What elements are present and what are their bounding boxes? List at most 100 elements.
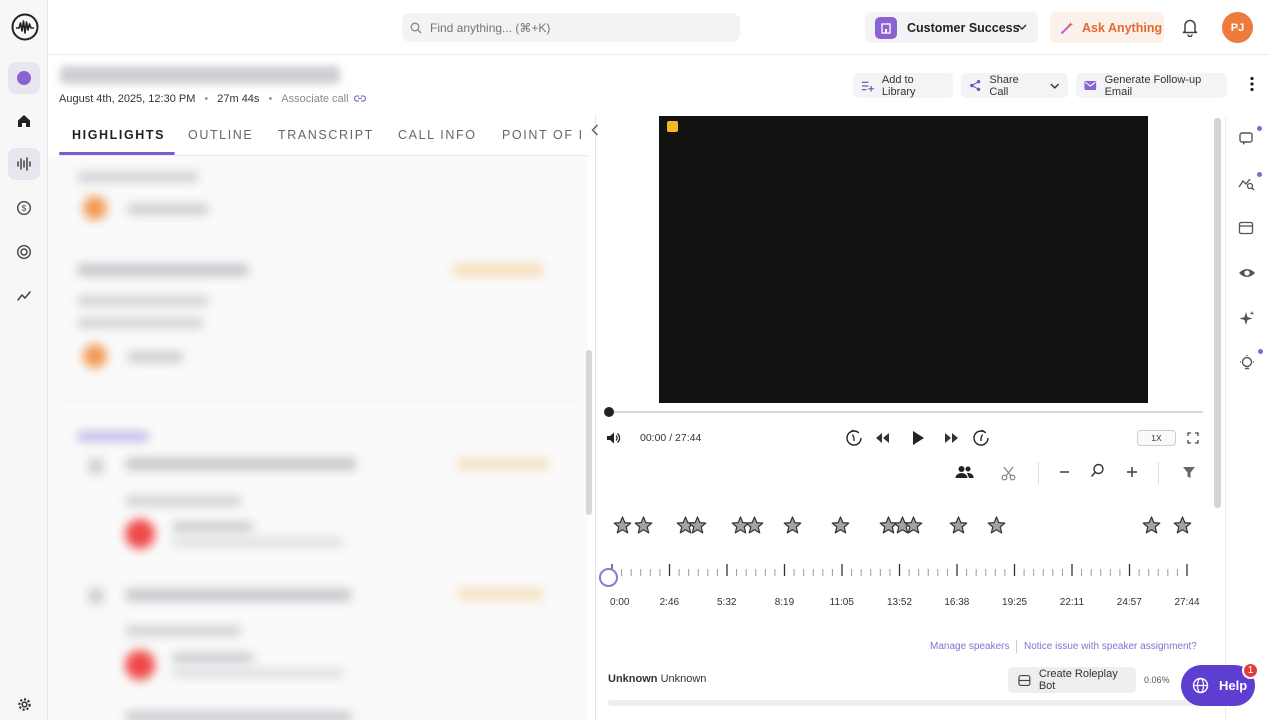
tab-outline[interactable]: OUTLINE	[188, 128, 253, 142]
follow-up-label: Generate Follow-up Email	[1104, 73, 1202, 98]
more-options-button[interactable]	[1249, 76, 1255, 92]
blurred-badge	[458, 588, 543, 600]
highlight-star-icon[interactable]	[634, 516, 653, 534]
generate-follow-up-email-button[interactable]: Generate Follow-up Email	[1076, 73, 1227, 98]
ask-anything-button[interactable]: Ask Anything	[1050, 12, 1164, 43]
ai-insights-button[interactable]	[1238, 310, 1256, 328]
collapse-panel-button[interactable]	[589, 122, 601, 138]
dollar-chat-icon: $	[16, 200, 32, 216]
playback-speed-button[interactable]: 1X	[1137, 430, 1176, 446]
panel-divider[interactable]	[595, 116, 596, 720]
add-to-library-button[interactable]: Add to Library	[853, 73, 953, 98]
highlight-star-icon[interactable]	[613, 516, 632, 534]
nav-calls[interactable]	[8, 148, 40, 180]
associate-call-link[interactable]: Associate call	[281, 93, 348, 105]
share-call-button[interactable]: Share Call	[961, 73, 1068, 98]
talk-percentage: 0.06%	[1144, 675, 1170, 685]
call-date: August 4th, 2025, 12:30 PM	[59, 93, 196, 105]
forward-15-button[interactable]	[972, 429, 990, 447]
card-check-icon	[1238, 221, 1254, 235]
highlight-star-icon[interactable]	[688, 516, 707, 534]
highlight-star-icon[interactable]	[987, 516, 1006, 534]
tab-call-info[interactable]: CALL INFO	[398, 128, 477, 142]
notifications-button[interactable]	[1181, 17, 1199, 37]
skip-back-button[interactable]	[874, 432, 890, 444]
blurred-text	[78, 432, 148, 441]
left-scrollbar[interactable]	[586, 350, 592, 515]
nav-coaching[interactable]	[8, 236, 40, 268]
blurred-avatar	[83, 196, 107, 220]
scorecard-button[interactable]	[1238, 221, 1254, 235]
right-scrollbar[interactable]	[1214, 118, 1221, 508]
blurred-text	[78, 318, 203, 328]
highlight-star-icon[interactable]	[783, 516, 802, 534]
highlight-star-icon[interactable]	[904, 516, 923, 534]
playback-progress-track[interactable]	[608, 411, 1203, 413]
speaker-name: Unknown	[608, 673, 658, 685]
help-notification-badge: 1	[1242, 662, 1259, 679]
zoom-in-button[interactable]	[1126, 466, 1138, 478]
tips-button[interactable]	[1238, 354, 1256, 373]
timeline-playhead[interactable]	[599, 568, 618, 587]
active-tab-indicator	[59, 152, 175, 155]
visibility-button[interactable]	[1238, 266, 1256, 280]
nav-deals[interactable]: $	[8, 192, 40, 224]
workspace-switch-button[interactable]	[8, 62, 40, 94]
nav-settings[interactable]	[8, 688, 40, 720]
search-icon	[410, 22, 422, 33]
app-logo[interactable]	[11, 13, 39, 41]
fullscreen-button[interactable]	[1187, 432, 1199, 444]
share-call-label: Share Call	[989, 73, 1019, 98]
clip-button[interactable]	[1001, 466, 1016, 481]
manage-speakers-link[interactable]: Manage speakers	[930, 641, 1010, 652]
video-player[interactable]	[659, 116, 1148, 403]
timeline-tick-label: 24:57	[1116, 597, 1142, 608]
timeline-tick-label: 0:00	[610, 597, 630, 608]
plus-icon	[1127, 467, 1137, 477]
speakers-filter-button[interactable]	[955, 465, 974, 479]
help-label: Help	[1219, 678, 1248, 693]
blurred-text	[126, 589, 351, 601]
playback-progress-handle[interactable]	[604, 407, 614, 417]
blurred-text	[126, 626, 241, 636]
tab-point-of-interest[interactable]: POINT OF I	[502, 128, 584, 142]
speaker-issue-link[interactable]: Notice issue with speaker assignment?	[1024, 641, 1197, 652]
eye-icon	[1239, 269, 1255, 277]
fast-rewind-icon	[876, 433, 889, 443]
timeline-tick-label: 13:52	[886, 597, 913, 608]
workspace-selector[interactable]: Customer Success	[865, 12, 1038, 43]
nav-home[interactable]	[8, 105, 40, 137]
highlight-star-icon[interactable]	[949, 516, 968, 534]
user-avatar[interactable]: PJ	[1222, 12, 1253, 43]
toolbar-divider	[1158, 462, 1159, 484]
highlight-star-icon[interactable]	[831, 516, 850, 534]
blurred-text	[173, 653, 253, 663]
timeline-axis[interactable]	[608, 560, 1203, 580]
highlight-star-icon[interactable]	[1142, 516, 1161, 534]
search-input[interactable]	[430, 20, 720, 35]
chevron-down-icon	[1017, 24, 1027, 31]
comments-button[interactable]	[1238, 130, 1256, 146]
zoom-search-button[interactable]	[1090, 463, 1105, 478]
filter-button[interactable]	[1182, 466, 1196, 479]
highlight-star-icon[interactable]	[1173, 516, 1192, 534]
volume-button[interactable]	[606, 431, 621, 445]
highlight-star-icon[interactable]	[745, 516, 764, 534]
skip-forward-button[interactable]	[944, 432, 960, 444]
right-rail	[1225, 116, 1270, 720]
blurred-text	[173, 669, 343, 677]
zoom-out-button[interactable]	[1059, 466, 1070, 478]
tab-highlights[interactable]: HIGHLIGHTS	[72, 128, 165, 142]
link-icon[interactable]	[353, 94, 367, 104]
global-search[interactable]	[402, 13, 740, 42]
play-button[interactable]	[911, 430, 925, 446]
create-roleplay-bot-button[interactable]: Create Roleplay Bot	[1008, 667, 1136, 693]
tab-transcript[interactable]: TRANSCRIPT	[278, 128, 374, 142]
analytics-button[interactable]	[1238, 175, 1256, 191]
timeline-tick-label: 16:38	[944, 597, 970, 608]
nav-analytics[interactable]	[8, 280, 40, 312]
rewind-15-button[interactable]	[845, 429, 863, 447]
chevron-left-icon	[591, 124, 599, 136]
blurred-avatar	[125, 519, 155, 549]
blurred-badge	[458, 458, 548, 470]
